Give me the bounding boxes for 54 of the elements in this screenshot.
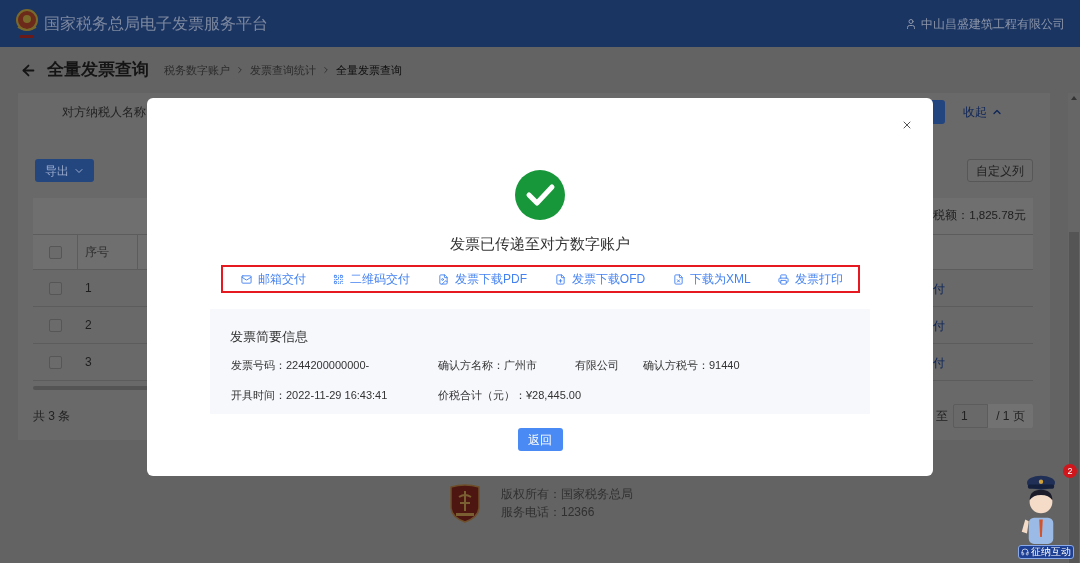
delivery-action[interactable]: 发票打印 [778,270,844,288]
table-cell-text: 1 [84,280,92,297]
page-input[interactable]: 1 [953,404,988,428]
success-message: 发票已传递至对方数字账户 [450,234,630,254]
back-button[interactable]: 返回 [517,428,563,451]
mail-icon [240,273,252,285]
jump-label: 至 [936,408,948,425]
file-plus-icon [554,273,566,285]
emblem-icon [15,8,39,39]
notification-badge: 2 [1063,464,1077,478]
info-field: 确认方税号：91440 [643,357,740,373]
file-x-icon [672,273,684,285]
info-title: 发票简要信息 [230,328,309,346]
info-field: 价税合计（元）：¥28,445.00 [438,387,582,403]
user-icon [905,17,917,30]
delivery-action[interactable]: 二维码交付 [333,270,411,288]
total-count: 共 3 条 [33,408,71,425]
filter-label: 对方纳税人名称 [62,103,146,121]
assistant-label[interactable]: 征纳互动 [1018,545,1074,559]
info-field: 开具时间：2022-11-29 16:43:41 [231,387,388,403]
delivery-link[interactable]: 付 [933,319,945,333]
breadcrumb-link[interactable]: 全量发票查询 [336,61,402,79]
close-icon[interactable] [901,119,913,131]
headset-icon [1021,548,1029,556]
checkbox[interactable] [48,245,62,259]
page-count: / 1 页 [988,404,1033,428]
tax-total: 税额：1,825.78元 [933,208,1026,224]
column-header: 序号 [85,244,109,261]
qr-code-icon [333,273,345,285]
delivery-action[interactable]: 发票下载PDF [438,270,528,288]
company-name[interactable]: 中山昌盛建筑工程有限公司 [921,14,1065,33]
info-field: 有限公司 [575,357,619,373]
delivery-action[interactable]: 邮箱交付 [240,270,306,288]
delivery-action[interactable]: 下载为XML [672,270,751,288]
table-cell-text: 3 [84,354,92,371]
file-image-icon [438,273,450,285]
custom-columns-button[interactable]: 自定义列 [967,159,1033,182]
chevron-right-icon [321,65,331,75]
export-button[interactable]: 导出 [35,159,94,182]
delivery-link[interactable]: 付 [933,282,945,296]
platform-title: 国家税务总局电子发票服务平台 [44,13,268,34]
shield-emblem-icon [449,483,481,523]
scroll-up-icon[interactable] [1071,96,1077,100]
scrollbar-thumb[interactable] [1069,232,1079,563]
table-cell-text: 2 [84,317,92,334]
success-check-icon [515,170,565,220]
info-field: 发票号码：2244200000000- [231,357,370,373]
chevron-right-icon [235,65,245,75]
delivery-action[interactable]: 发票下载OFD [554,270,646,288]
printer-icon [778,273,790,285]
info-field: 确认方名称：广州市 [438,357,537,373]
delivery-link[interactable]: 付 [933,356,945,370]
page-title: 全量发票查询 [47,59,149,82]
collapse-link[interactable]: 收起 [963,102,1003,121]
